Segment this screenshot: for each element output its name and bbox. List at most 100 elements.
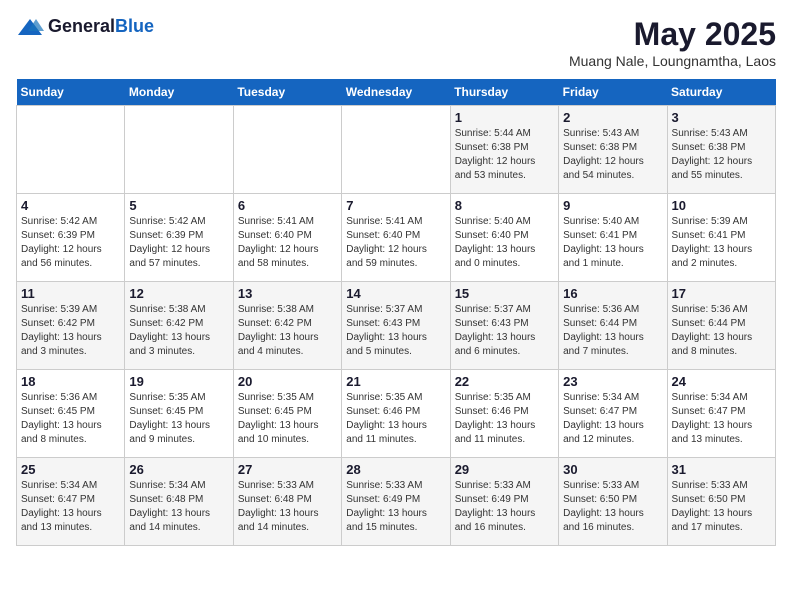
calendar-cell: 2 Sunrise: 5:43 AMSunset: 6:38 PMDaylight… (559, 106, 667, 194)
day-info: Sunrise: 5:35 AMSunset: 6:46 PMDaylight:… (346, 391, 445, 447)
calendar-cell: 23Sunrise: 5:34 AMSunset: 6:47 PMDayligh… (559, 370, 667, 458)
weekday-header: Sunday (17, 79, 125, 106)
day-number: 27 (238, 462, 337, 477)
day-info: Sunrise: 5:38 AMSunset: 6:42 PMDaylight:… (129, 303, 228, 359)
calendar-cell: 31Sunrise: 5:33 AMSunset: 6:50 PMDayligh… (667, 458, 775, 546)
day-info: Sunrise: 5:39 AMSunset: 6:42 PMDaylight:… (21, 303, 120, 359)
day-info: Sunrise: 5:35 AMSunset: 6:45 PMDaylight:… (129, 391, 228, 447)
day-number: 30 (563, 462, 662, 477)
calendar-cell: 25Sunrise: 5:34 AMSunset: 6:47 PMDayligh… (17, 458, 125, 546)
calendar-cell: 13Sunrise: 5:38 AMSunset: 6:42 PMDayligh… (233, 282, 341, 370)
day-number: 14 (346, 286, 445, 301)
day-number: 9 (563, 198, 662, 213)
day-number: 19 (129, 374, 228, 389)
calendar-cell: 21Sunrise: 5:35 AMSunset: 6:46 PMDayligh… (342, 370, 450, 458)
weekday-header: Saturday (667, 79, 775, 106)
day-number: 3 (672, 110, 771, 125)
calendar-cell: 10 Sunrise: 5:39 AMSunset: 6:41 PMDayligh… (667, 194, 775, 282)
day-number: 4 (21, 198, 120, 213)
calendar-week-row: 25Sunrise: 5:34 AMSunset: 6:47 PMDayligh… (17, 458, 776, 546)
day-number: 1 (455, 110, 554, 125)
day-number: 10 (672, 198, 771, 213)
calendar-cell: 6 Sunrise: 5:41 AMSunset: 6:40 PMDaylight… (233, 194, 341, 282)
day-number: 29 (455, 462, 554, 477)
day-number: 12 (129, 286, 228, 301)
calendar-cell (342, 106, 450, 194)
day-info: Sunrise: 5:37 AMSunset: 6:43 PMDaylight:… (346, 303, 445, 359)
weekday-header-row: SundayMondayTuesdayWednesdayThursdayFrid… (17, 79, 776, 106)
day-info: Sunrise: 5:36 AMSunset: 6:44 PMDaylight:… (672, 303, 771, 359)
calendar-week-row: 18Sunrise: 5:36 AMSunset: 6:45 PMDayligh… (17, 370, 776, 458)
logo-general: General (48, 16, 115, 37)
day-info: Sunrise: 5:35 AMSunset: 6:45 PMDaylight:… (238, 391, 337, 447)
day-number: 31 (672, 462, 771, 477)
calendar-subtitle: Muang Nale, Loungnamtha, Laos (569, 53, 776, 69)
day-info: Sunrise: 5:43 AMSunset: 6:38 PMDaylight:… (563, 127, 662, 183)
day-info: Sunrise: 5:40 AMSunset: 6:41 PMDaylight:… (563, 215, 662, 271)
day-number: 25 (21, 462, 120, 477)
calendar-cell: 26Sunrise: 5:34 AMSunset: 6:48 PMDayligh… (125, 458, 233, 546)
calendar-cell: 17 Sunrise: 5:36 AMSunset: 6:44 PMDayligh… (667, 282, 775, 370)
day-number: 7 (346, 198, 445, 213)
calendar-cell: 11 Sunrise: 5:39 AMSunset: 6:42 PMDayligh… (17, 282, 125, 370)
calendar-cell: 20Sunrise: 5:35 AMSunset: 6:45 PMDayligh… (233, 370, 341, 458)
day-info: Sunrise: 5:34 AMSunset: 6:47 PMDaylight:… (672, 391, 771, 447)
day-info: Sunrise: 5:44 AMSunset: 6:38 PMDaylight:… (455, 127, 554, 183)
day-number: 8 (455, 198, 554, 213)
day-number: 16 (563, 286, 662, 301)
day-info: Sunrise: 5:36 AMSunset: 6:44 PMDaylight:… (563, 303, 662, 359)
day-info: Sunrise: 5:38 AMSunset: 6:42 PMDaylight:… (238, 303, 337, 359)
day-info: Sunrise: 5:34 AMSunset: 6:48 PMDaylight:… (129, 479, 228, 535)
day-info: Sunrise: 5:33 AMSunset: 6:50 PMDaylight:… (563, 479, 662, 535)
calendar-cell: 28Sunrise: 5:33 AMSunset: 6:49 PMDayligh… (342, 458, 450, 546)
day-info: Sunrise: 5:41 AMSunset: 6:40 PMDaylight:… (346, 215, 445, 271)
weekday-header: Friday (559, 79, 667, 106)
calendar-cell (125, 106, 233, 194)
calendar-cell (17, 106, 125, 194)
calendar-cell: 24 Sunrise: 5:34 AMSunset: 6:47 PMDayligh… (667, 370, 775, 458)
logo-blue: Blue (115, 16, 154, 37)
calendar-cell: 27 Sunrise: 5:33 AMSunset: 6:48 PMDayligh… (233, 458, 341, 546)
calendar-cell: 19 Sunrise: 5:35 AMSunset: 6:45 PMDayligh… (125, 370, 233, 458)
calendar-week-row: 1 Sunrise: 5:44 AMSunset: 6:38 PMDaylight… (17, 106, 776, 194)
day-number: 11 (21, 286, 120, 301)
day-info: Sunrise: 5:37 AMSunset: 6:43 PMDaylight:… (455, 303, 554, 359)
calendar-cell: 1 Sunrise: 5:44 AMSunset: 6:38 PMDaylight… (450, 106, 558, 194)
calendar-cell: 22Sunrise: 5:35 AMSunset: 6:46 PMDayligh… (450, 370, 558, 458)
day-info: Sunrise: 5:40 AMSunset: 6:40 PMDaylight:… (455, 215, 554, 271)
day-info: Sunrise: 5:43 AMSunset: 6:38 PMDaylight:… (672, 127, 771, 183)
calendar-week-row: 11 Sunrise: 5:39 AMSunset: 6:42 PMDayligh… (17, 282, 776, 370)
day-number: 15 (455, 286, 554, 301)
day-info: Sunrise: 5:39 AMSunset: 6:41 PMDaylight:… (672, 215, 771, 271)
day-info: Sunrise: 5:42 AMSunset: 6:39 PMDaylight:… (21, 215, 120, 271)
calendar-cell: 5 Sunrise: 5:42 AMSunset: 6:39 PMDaylight… (125, 194, 233, 282)
day-info: Sunrise: 5:42 AMSunset: 6:39 PMDaylight:… (129, 215, 228, 271)
day-number: 18 (21, 374, 120, 389)
day-number: 6 (238, 198, 337, 213)
calendar-cell: 14 Sunrise: 5:37 AMSunset: 6:43 PMDayligh… (342, 282, 450, 370)
day-number: 5 (129, 198, 228, 213)
day-info: Sunrise: 5:33 AMSunset: 6:48 PMDaylight:… (238, 479, 337, 535)
day-number: 17 (672, 286, 771, 301)
day-number: 23 (563, 374, 662, 389)
logo-icon (16, 17, 44, 37)
calendar-title: May 2025 (569, 16, 776, 53)
calendar-cell: 7 Sunrise: 5:41 AMSunset: 6:40 PMDaylight… (342, 194, 450, 282)
calendar-cell: 30 Sunrise: 5:33 AMSunset: 6:50 PMDayligh… (559, 458, 667, 546)
calendar-cell: 9 Sunrise: 5:40 AMSunset: 6:41 PMDaylight… (559, 194, 667, 282)
calendar-cell: 12 Sunrise: 5:38 AMSunset: 6:42 PMDayligh… (125, 282, 233, 370)
calendar-cell: 3 Sunrise: 5:43 AMSunset: 6:38 PMDaylight… (667, 106, 775, 194)
weekday-header: Monday (125, 79, 233, 106)
day-info: Sunrise: 5:35 AMSunset: 6:46 PMDaylight:… (455, 391, 554, 447)
weekday-header: Tuesday (233, 79, 341, 106)
title-block: May 2025 Muang Nale, Loungnamtha, Laos (569, 16, 776, 69)
calendar-cell: 29Sunrise: 5:33 AMSunset: 6:49 PMDayligh… (450, 458, 558, 546)
calendar-week-row: 4 Sunrise: 5:42 AMSunset: 6:39 PMDaylight… (17, 194, 776, 282)
day-number: 24 (672, 374, 771, 389)
calendar-cell (233, 106, 341, 194)
day-number: 2 (563, 110, 662, 125)
logo: General Blue (16, 16, 154, 37)
page-header: General Blue May 2025 Muang Nale, Loungn… (16, 16, 776, 69)
calendar-table: SundayMondayTuesdayWednesdayThursdayFrid… (16, 79, 776, 546)
day-info: Sunrise: 5:41 AMSunset: 6:40 PMDaylight:… (238, 215, 337, 271)
